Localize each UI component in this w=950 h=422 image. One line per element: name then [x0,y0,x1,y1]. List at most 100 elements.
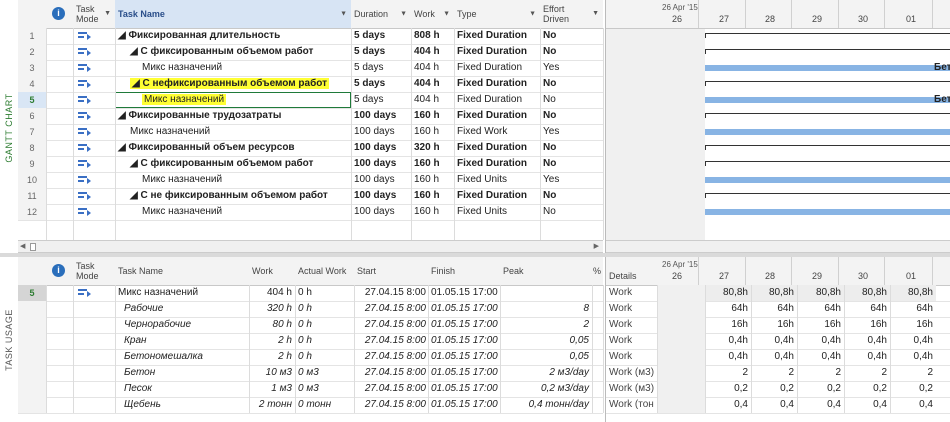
task-name-cell[interactable]: ◢ С фиксированным объемом работ [127,156,351,172]
info-column-header[interactable]: i [46,0,71,28]
timephased-value-cell[interactable]: 64h [705,301,751,317]
usage-work-cell[interactable]: 320 h [249,301,295,317]
usage-timephased-grid[interactable]: Details 26 Apr '15 26 27 28 29 30 01 Work 80,8… [605,257,950,422]
task-name-cell[interactable]: ◢ С фиксированным объемом работ [127,44,351,60]
usage-finish-cell[interactable]: 01.05.15 17:00 [428,381,500,397]
usage-peak-cell[interactable]: 0,2 м3/day [500,381,592,397]
timephased-value-cell[interactable]: 0,2 [890,381,936,397]
task-usage-view-label[interactable]: TASK USAGE [0,257,18,422]
usage-work-cell[interactable]: 80 h [249,317,295,333]
timephased-value-cell[interactable]: 0,4h [705,349,751,365]
timephased-value-cell[interactable]: 80,8h [705,285,751,301]
usage-name-cell[interactable]: Кран [121,333,251,349]
work-cell[interactable]: 404 h [411,92,454,108]
work-cell[interactable]: 160 h [411,188,454,204]
timephased-value-cell[interactable]: 16h [844,317,890,333]
task-name-cell[interactable]: ◢ С нефиксированным объемом работ [127,76,351,92]
timephased-value-cell[interactable]: 0,4 [844,397,890,413]
timephased-value-cell[interactable]: 0,4h [797,333,844,349]
task-bar[interactable] [705,177,950,183]
usage-work-cell[interactable]: 2 h [249,349,295,365]
timephased-value-cell[interactable] [657,365,705,381]
usage-grid-row[interactable]: Work 16h 16h 16h 16h 16h [606,317,950,334]
usage-start-cell[interactable]: 27.04.15 8:00 [354,333,428,349]
usage-grid-row[interactable]: Work 64h 64h 64h 64h 64h [606,301,950,318]
effort-driven-cell[interactable]: Yes [540,124,603,140]
usage-name-cell[interactable]: Микс назначений [115,285,245,301]
timephased-value-cell[interactable]: 80,8h [890,285,936,301]
type-cell[interactable]: Fixed Duration [454,188,540,204]
timephased-value-cell[interactable] [657,349,705,365]
usage-assignment-row[interactable]: Песок 1 м3 0 м3 27.04.15 8:00 01.05.15 17:00… [18,381,603,398]
task-name-cell[interactable]: ◢ С не фиксированным объемом работ [127,188,351,204]
usage-grid-row[interactable]: Work 80,8h 80,8h 80,8h 80,8h 80,8h [606,285,950,302]
timeline-hscrollbar[interactable] [606,240,950,253]
gantt-table-row[interactable]: 2 ◢ С фиксированным объемом работ 5 days 40… [18,44,603,61]
summary-bar[interactable] [705,33,950,38]
timephased-value-cell[interactable]: 80,8h [751,285,797,301]
usage-peak-cell[interactable]: 0,05 [500,349,592,365]
type-cell[interactable]: Fixed Duration [454,108,540,124]
usage-peak-cell[interactable] [500,285,592,301]
task-mode-column-header[interactable]: Task Mode ▼ [73,0,115,28]
effort-driven-cell[interactable]: Yes [540,172,603,188]
timephased-value-cell[interactable]: 2 [797,365,844,381]
type-cell[interactable]: Fixed Duration [454,156,540,172]
gantt-table-row[interactable]: 11 ◢ С не фиксированным объемом работ 100 … [18,188,603,205]
scrollbar-thumb[interactable] [30,243,36,251]
task-name-cell[interactable]: ◢ Фиксированная длительность [115,28,351,44]
duration-column-header[interactable]: Duration ▼ [351,0,411,28]
usage-start-column-header[interactable]: Start [354,257,428,285]
row-number[interactable]: 5 [18,92,46,108]
usage-actual-work-cell[interactable]: 0 h [295,301,354,317]
gantt-table-row[interactable]: 10 Микс назначений 100 days 160 h Fixed Unit… [18,172,603,189]
timephased-value-cell[interactable] [657,317,705,333]
work-cell[interactable]: 160 h [411,156,454,172]
gantt-table-row[interactable]: 12 Микс назначений 100 days 160 h Fixed Unit… [18,204,603,221]
usage-task-row[interactable]: 5 Микс назначений 404 h0 h 27.04.15 8:00 01.… [18,285,603,302]
usage-work-cell[interactable]: 404 h [249,285,295,301]
usage-peak-cell[interactable]: 8 [500,301,592,317]
task-name-cell[interactable]: Микс назначений [139,92,351,108]
usage-actual-work-cell[interactable]: 0 h [295,317,354,333]
usage-assignment-row[interactable]: Чернорабочие 80 h0 h 27.04.15 8:00 01.05.15… [18,317,603,334]
row-number[interactable]: 1 [18,28,46,44]
gantt-table-row[interactable]: 5 Микс назначений 5 days 404 h Fixed Duratio… [18,92,603,109]
task-name-cell[interactable]: Микс назначений [139,204,351,220]
timephased-value-cell[interactable]: 0,4 [705,397,751,413]
usage-start-cell[interactable]: 27.04.15 8:00 [354,381,428,397]
usage-name-cell[interactable]: Щебень [121,397,251,413]
row-number[interactable]: 4 [18,76,46,92]
usage-task-mode-column-header[interactable]: Task Mode [73,257,115,285]
timephased-value-cell[interactable]: 2 [844,365,890,381]
usage-peak-cell[interactable]: 0,05 [500,333,592,349]
timephased-value-cell[interactable] [657,333,705,349]
work-cell[interactable]: 160 h [411,124,454,140]
timephased-value-cell[interactable]: 0,4h [890,349,936,365]
task-name-cell[interactable]: Микс назначений [127,124,351,140]
timephased-value-cell[interactable]: 2 [751,365,797,381]
effort-driven-cell[interactable]: No [540,108,603,124]
usage-finish-cell[interactable]: 01.05.15 17:00 [428,285,500,301]
timephased-value-cell[interactable]: 0,4h [844,333,890,349]
timephased-value-cell[interactable]: 0,2 [797,381,844,397]
timephased-value-cell[interactable]: 80,8h [844,285,890,301]
work-cell[interactable]: 404 h [411,76,454,92]
gantt-timeline[interactable]: 26 Apr '15 26 27 28 29 30 01 Бетон Бетон [605,0,950,255]
timephased-value-cell[interactable]: 0,4h [797,349,844,365]
usage-work-cell[interactable]: 1 м3 [249,381,295,397]
row-number[interactable]: 10 [18,172,46,188]
duration-cell[interactable]: 100 days [351,140,411,156]
row-number[interactable]: 3 [18,60,46,76]
type-cell[interactable]: Fixed Duration [454,92,540,108]
gantt-table-row[interactable]: 8 ◢ Фиксированный объем ресурсов 100 days 3… [18,140,603,157]
work-column-header[interactable]: Work ▼ [411,0,454,28]
usage-work-column-header[interactable]: Work [249,257,295,285]
timephased-value-cell[interactable]: 0,4h [751,333,797,349]
duration-cell[interactable]: 100 days [351,156,411,172]
usage-finish-cell[interactable]: 01.05.15 17:00 [428,349,500,365]
usage-assignment-row[interactable]: Рабочие 320 h0 h 27.04.15 8:00 01.05.15 17:… [18,301,603,318]
usage-grid-row[interactable]: Work 0,4h 0,4h 0,4h 0,4h 0,4h [606,333,950,350]
timephased-value-cell[interactable]: 0,4 [797,397,844,413]
usage-percent-column-header[interactable]: % [592,257,603,285]
